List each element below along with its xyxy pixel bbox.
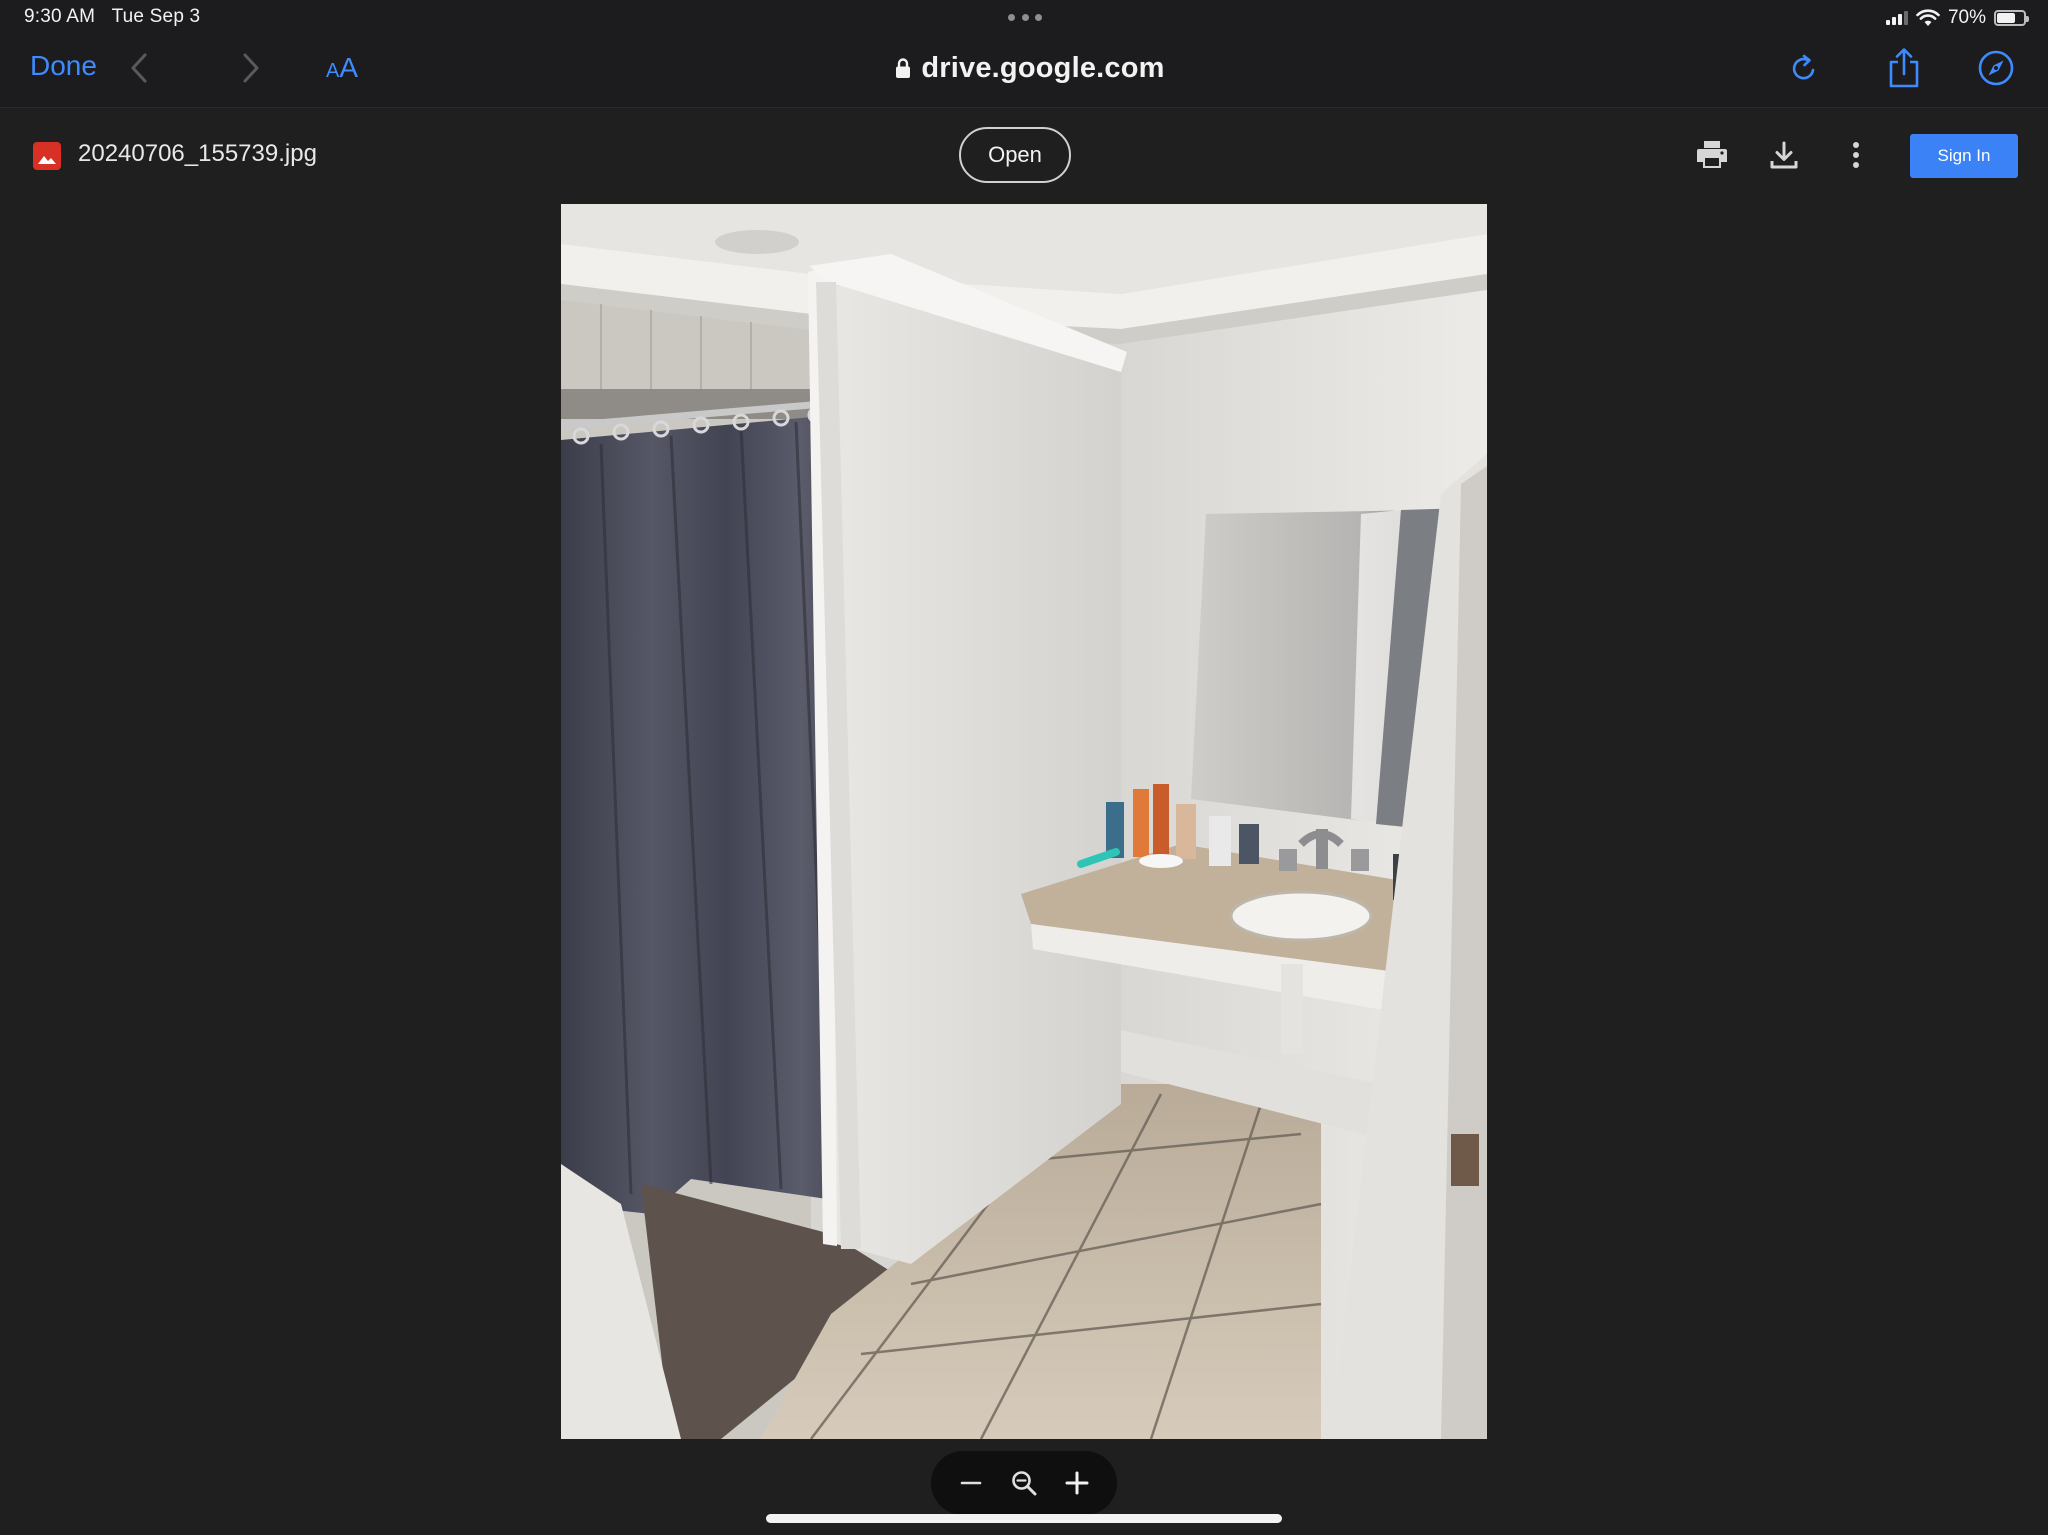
zoom-reset-icon (1012, 1471, 1037, 1496)
zoom-in-icon (1065, 1471, 1089, 1495)
bathroom-photo (561, 204, 1487, 1439)
status-date: Tue Sep 3 (111, 6, 201, 27)
zoom-out-icon (961, 1481, 982, 1485)
wifi-icon (1916, 9, 1940, 26)
zoom-controls (931, 1451, 1117, 1515)
url-text: drive.google.com (921, 51, 1165, 84)
file-name: 20240706_155739.jpg (78, 140, 317, 167)
battery-fill (1997, 13, 2016, 23)
done-button[interactable]: Done (30, 50, 97, 82)
compass-icon (1978, 50, 2014, 86)
battery-percent: 70% (1947, 7, 1986, 28)
image-file-icon (33, 142, 61, 170)
address-bar[interactable]: drive.google.com (880, 48, 1180, 88)
status-bar: 9:30 AM Tue Sep 3 70% (0, 0, 2048, 34)
lock-icon (896, 58, 911, 78)
print-icon (1697, 141, 1727, 168)
zoom-reset-button[interactable] (1002, 1461, 1046, 1505)
print-button[interactable] (1691, 134, 1733, 176)
open-button[interactable]: Open (959, 127, 1071, 183)
share-button[interactable] (1880, 44, 1928, 92)
reload-icon (1792, 54, 1815, 80)
reload-button[interactable] (1780, 44, 1828, 92)
zoom-in-button[interactable] (1055, 1461, 1099, 1505)
back-button[interactable] (122, 48, 156, 88)
multitasking-dots-icon[interactable] (1008, 14, 1042, 22)
photo-preview[interactable] (561, 204, 1487, 1439)
download-icon (1770, 141, 1798, 169)
share-icon (1889, 48, 1919, 88)
status-clock: 9:30 AM (24, 6, 96, 27)
more-options-button[interactable] (1835, 134, 1877, 176)
status-indicators: 70% (1885, 6, 2029, 30)
back-chevron-icon (131, 53, 147, 83)
battery-icon (1994, 10, 2029, 26)
sign-in-button[interactable]: Sign In (1910, 134, 2018, 178)
zoom-out-button[interactable] (949, 1461, 993, 1505)
viewer-header: 20240706_155739.jpg Open Sign In (0, 108, 2048, 200)
cellular-signal-icon (1885, 11, 1908, 25)
forward-chevron-icon (243, 53, 259, 83)
compass-button[interactable] (1972, 44, 2020, 92)
safari-toolbar: Done AA drive.google.com (0, 34, 2048, 108)
status-time: 9:30 AM Tue Sep 3 (24, 6, 200, 28)
download-button[interactable] (1763, 134, 1805, 176)
reader-aa-button[interactable]: AA (326, 52, 358, 87)
more-vert-icon (1853, 142, 1859, 168)
home-indicator[interactable] (766, 1514, 1282, 1523)
forward-button[interactable] (234, 48, 268, 88)
